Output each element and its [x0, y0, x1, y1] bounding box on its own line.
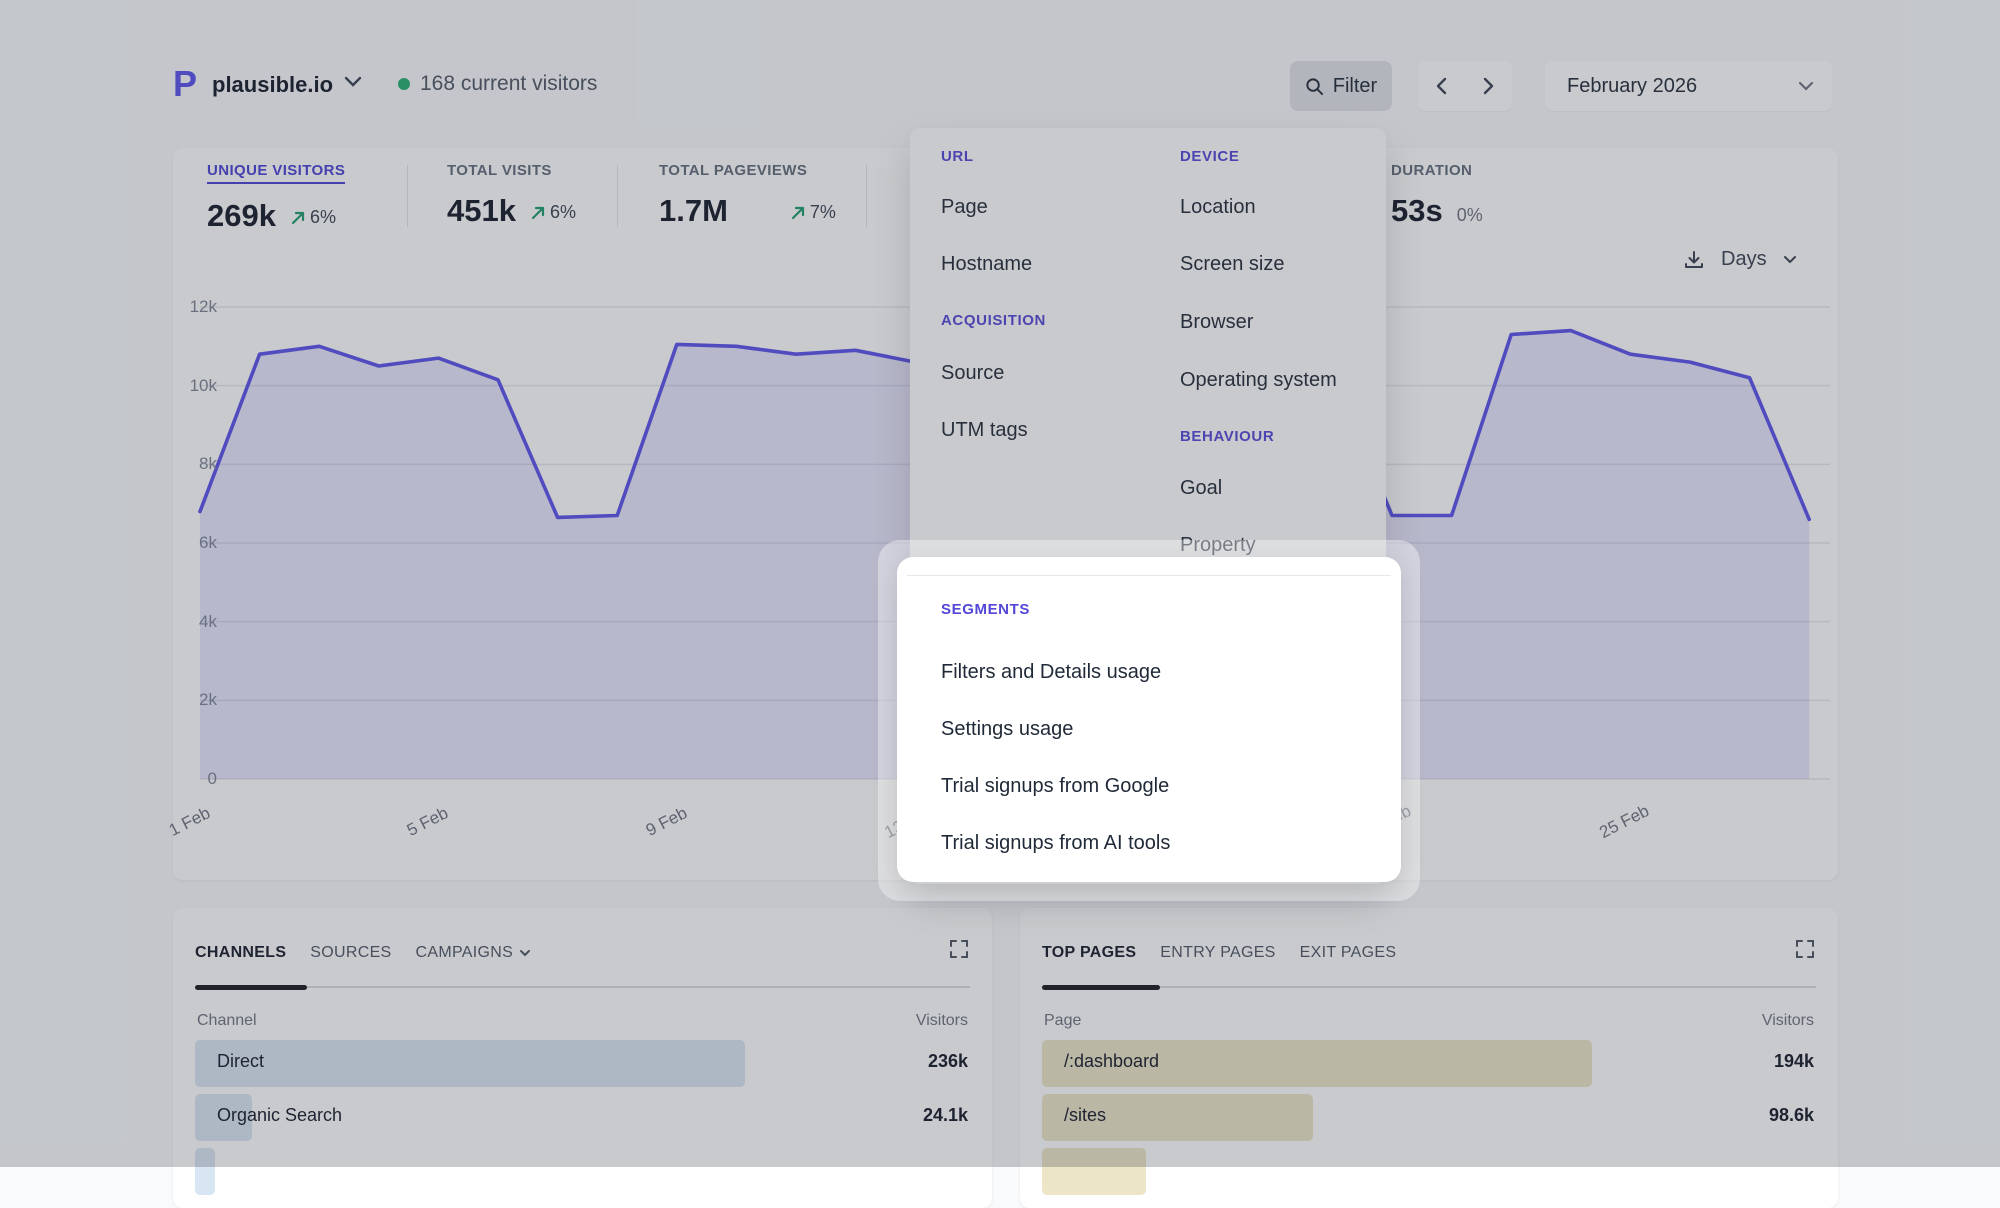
segments-spotlight: SEGMENTS Filters and Details usage Setti… — [897, 557, 1401, 882]
segment-item-trial-signups-ai-tools[interactable]: Trial signups from AI tools — [941, 832, 1170, 855]
segment-item-settings-usage[interactable]: Settings usage — [941, 718, 1073, 741]
segment-item-trial-signups-google[interactable]: Trial signups from Google — [941, 775, 1169, 798]
menu-section-segments: SEGMENTS — [941, 601, 1030, 618]
segment-item-filters-details-usage[interactable]: Filters and Details usage — [941, 661, 1161, 684]
segments-divider — [907, 575, 1391, 576]
